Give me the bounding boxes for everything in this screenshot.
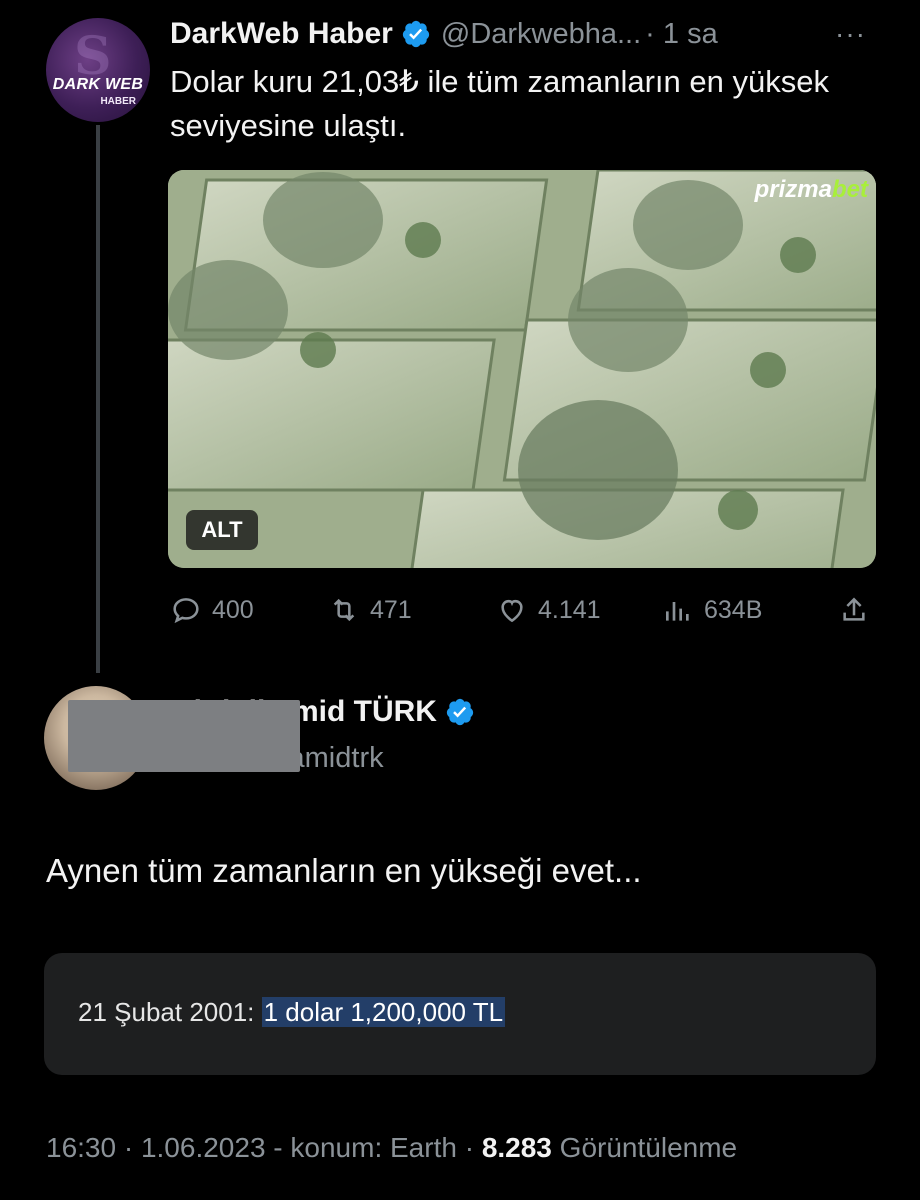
redaction-box bbox=[68, 700, 300, 772]
tweet-time[interactable]: · 1 sa bbox=[645, 18, 718, 51]
banknotes-illustration bbox=[168, 170, 876, 568]
retweet-count: 471 bbox=[370, 595, 412, 624]
like-count: 4.141 bbox=[538, 595, 601, 624]
tweet-header: DarkWeb Haber @Darkwebha... · 1 sa bbox=[170, 14, 870, 54]
tweet-media-image[interactable]: prizmabet ALT bbox=[168, 170, 876, 568]
alt-text-button[interactable]: ALT bbox=[186, 510, 258, 550]
like-button[interactable]: 4.141 bbox=[496, 590, 601, 630]
retweet-icon bbox=[333, 598, 355, 622]
more-options-icon[interactable]: ··· bbox=[835, 18, 866, 50]
quote-card: 21 Şubat 2001: 1 dolar 1,200,000 TL bbox=[44, 953, 876, 1075]
avatar-brand-text: DARK WEB bbox=[52, 76, 144, 93]
quote-date: 21 Şubat 2001: bbox=[78, 997, 262, 1027]
quote-text: 21 Şubat 2001: 1 dolar 1,200,000 TL bbox=[78, 997, 506, 1028]
author-handle[interactable]: @Darkwebha... bbox=[441, 18, 641, 51]
like-icon bbox=[501, 599, 523, 623]
share-button[interactable] bbox=[838, 590, 880, 630]
quote-highlight: 1 dolar 1,200,000 TL bbox=[261, 997, 506, 1027]
verified-badge-icon bbox=[446, 698, 474, 726]
views-button[interactable]: 634B bbox=[662, 590, 762, 630]
avatar-brand-subtext: HABER bbox=[100, 96, 136, 107]
author-name[interactable]: DarkWeb Haber bbox=[170, 17, 393, 51]
views-count-total: 8.283 bbox=[481, 1132, 552, 1163]
reply-icon bbox=[173, 598, 199, 624]
tweet-actions: 400 471 4.141 634B bbox=[170, 590, 876, 630]
reply-count: 400 bbox=[212, 595, 254, 624]
views-icon bbox=[666, 602, 689, 621]
reply-text: Aynen tüm zamanların en yükseği evet... bbox=[46, 852, 642, 889]
tweet-meta: 16:30 · 1.06.2023 - konum: Earth · 8.283… bbox=[46, 1132, 737, 1164]
timestamp-location[interactable]: 16:30 · 1.06.2023 - konum: Earth · bbox=[46, 1132, 482, 1163]
tweet-text: Dolar kuru 21,03₺ ile tüm zamanların en … bbox=[170, 64, 829, 143]
reply-button[interactable]: 400 bbox=[170, 590, 254, 630]
retweet-button[interactable]: 471 bbox=[328, 590, 412, 630]
share-icon bbox=[843, 597, 865, 621]
views-label: Görüntülenme bbox=[551, 1132, 738, 1163]
avatar-darkweb-haber[interactable]: S DARK WEB HABER bbox=[46, 18, 150, 122]
verified-badge-icon bbox=[402, 20, 429, 48]
thread-line bbox=[96, 125, 100, 673]
prizmabet-watermark: prizmabet bbox=[754, 176, 868, 203]
views-count: 634B bbox=[704, 595, 763, 624]
